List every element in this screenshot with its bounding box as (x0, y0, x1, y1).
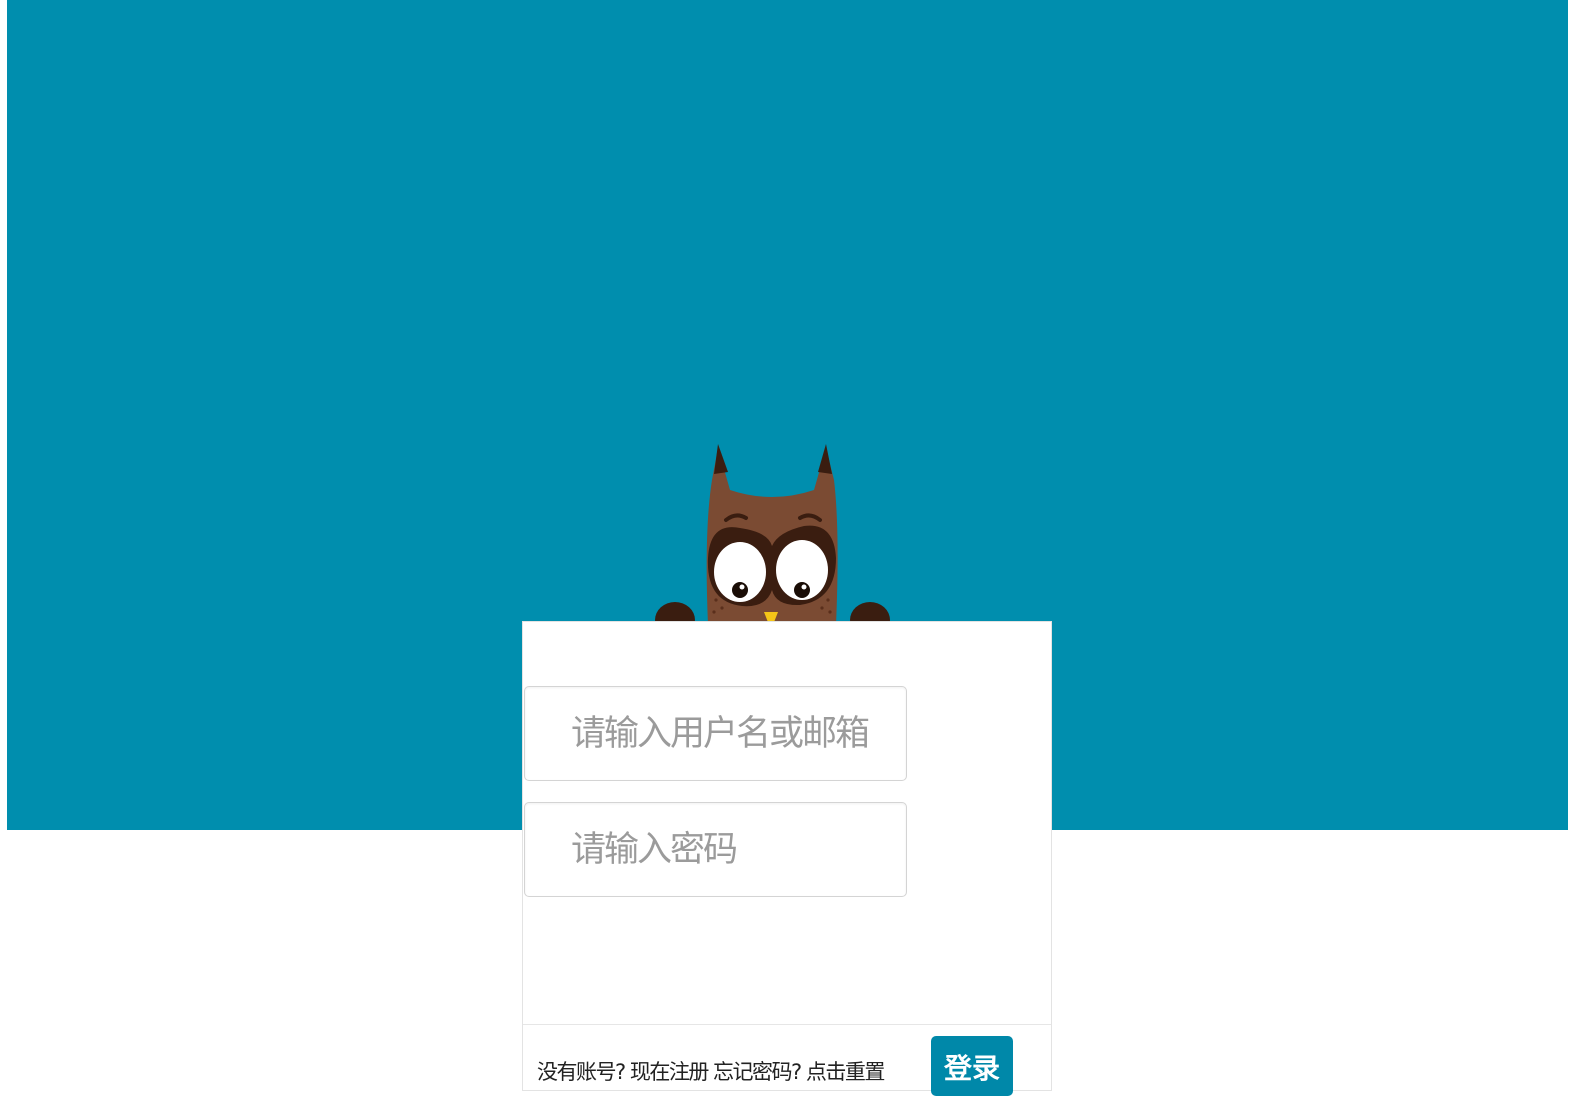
login-button[interactable]: 登录 (931, 1036, 1013, 1096)
owl-right-ear (818, 444, 832, 474)
register-link[interactable]: 现在注册 (630, 1060, 710, 1084)
no-account-text: 没有账号? (537, 1060, 626, 1084)
footer-links: 没有账号? 现在注册 忘记密码? 点击重置 (537, 1058, 886, 1086)
reset-password-link[interactable]: 点击重置 (806, 1060, 886, 1084)
username-input[interactable] (525, 687, 906, 780)
username-field[interactable] (524, 686, 907, 781)
password-input[interactable] (525, 803, 906, 896)
owl-right-pupil (794, 582, 810, 598)
owl-left-pupil (732, 582, 748, 598)
password-field[interactable] (524, 802, 907, 897)
forgot-password-text: 忘记密码? (713, 1060, 802, 1084)
login-card: 没有账号? 现在注册 忘记密码? 点击重置 登录 (522, 621, 1052, 1096)
owl-left-ear (714, 444, 728, 474)
footer-divider (523, 1024, 1051, 1025)
owl-mascot-icon (655, 444, 890, 638)
